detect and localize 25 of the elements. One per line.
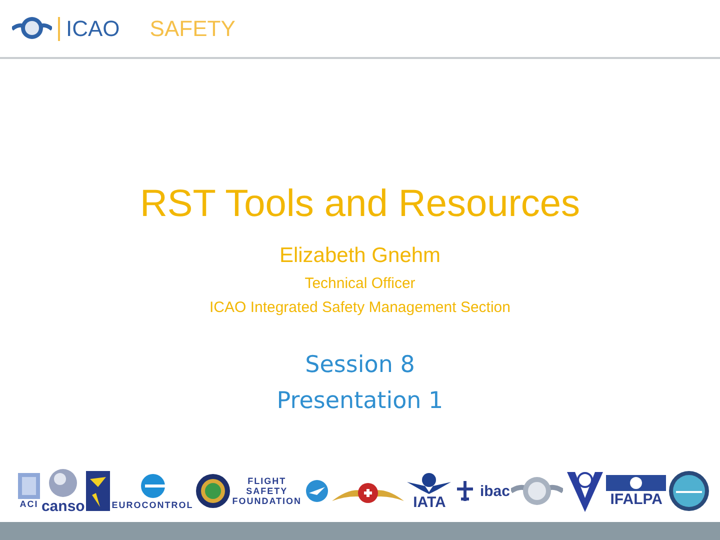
slide-title: RST Tools and Resources xyxy=(140,183,580,226)
globe-icon xyxy=(48,468,78,498)
circle-emblem-icon xyxy=(668,470,710,512)
section-label: SAFETY xyxy=(150,16,236,42)
star-flag-icon xyxy=(86,471,110,511)
logo-text: canso xyxy=(41,499,85,514)
logo-text: IATA xyxy=(413,495,446,510)
banner-icon xyxy=(606,475,666,491)
session-label: Session 8 xyxy=(305,352,415,378)
logo-text: ACI xyxy=(20,500,38,509)
presentation-label: Presentation 1 xyxy=(276,388,444,414)
logo-text: SAFETY xyxy=(246,486,288,496)
logo-text: IFALPA xyxy=(610,492,662,507)
org-name: ICAO xyxy=(58,16,120,40)
seal-icon xyxy=(194,473,231,509)
logo-text: FLIGHT xyxy=(248,476,286,486)
presenter-role: Technical Officer xyxy=(304,275,416,292)
logo-text: EUROCONTROL xyxy=(112,501,194,510)
presenter-unit: ICAO Integrated Safety Management Section xyxy=(209,299,510,316)
airplane-circle-icon xyxy=(304,479,329,503)
square-emblem-icon xyxy=(18,473,40,499)
logo-text: FOUNDATION xyxy=(232,496,302,506)
presenter-name: Elizabeth Gnehm xyxy=(279,244,441,268)
winged-globe-icon xyxy=(407,472,452,494)
logo-text: ibac xyxy=(480,484,510,498)
